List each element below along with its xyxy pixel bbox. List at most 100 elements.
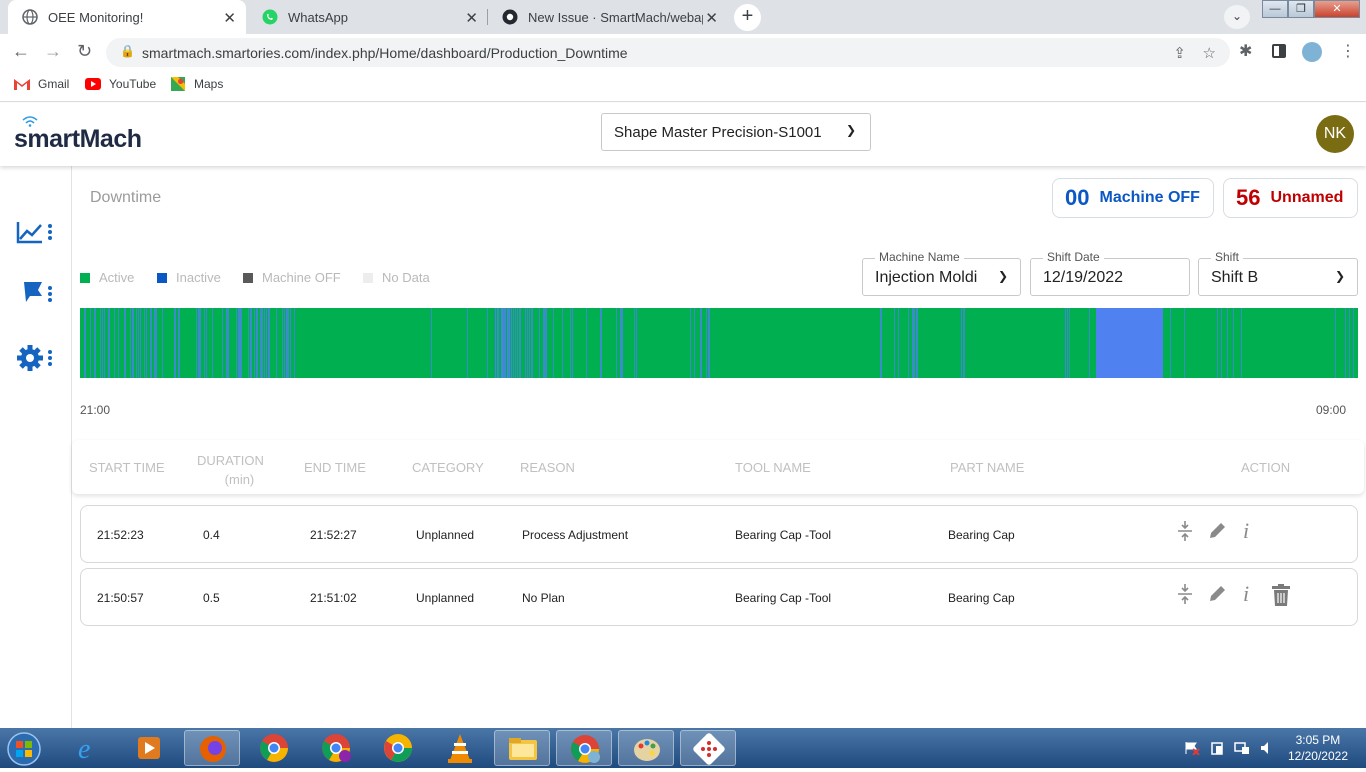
timeline-inactive-mark [200,308,201,378]
table-row[interactable]: 21:50:57 0.5 21:51:02 Unplanned No Plan … [80,568,1358,626]
timeline-inactive-mark [519,308,521,378]
extensions-icon[interactable]: ✱ [1239,41,1252,61]
cell-category: Unplanned [416,591,475,605]
tab-search-button[interactable]: ⌄ [1224,5,1250,29]
forward-icon[interactable]: → [44,41,62,62]
action-center-flag-icon[interactable] [1184,741,1200,755]
taskbar-chrome-alt[interactable] [370,730,426,766]
timeline-inactive-mark [431,308,432,378]
bookmark-maps[interactable]: Maps [170,77,223,91]
new-tab-button[interactable]: + [734,4,761,31]
timeline-inactive-mark [118,308,119,378]
lock-icon[interactable]: 🔒 [120,44,135,58]
back-icon[interactable]: ← [12,41,30,62]
tab-whatsapp[interactable]: WhatsApp ✕ [248,0,488,34]
maximize-button[interactable]: ❐ [1288,0,1314,18]
user-avatar[interactable]: NK [1316,115,1354,153]
taskbar-chrome-profile[interactable] [308,730,364,766]
split-icon[interactable] [1175,583,1195,611]
cell-reason: No Plan [522,591,565,605]
timeline-inactive-mark [531,308,533,378]
bookmark-label: YouTube [109,77,157,91]
timeline-inactive-mark [620,308,622,378]
clock-time: 3:05 PM [1295,733,1341,747]
timeline-inactive-mark [505,308,506,378]
taskbar-ie[interactable]: e [60,730,116,766]
timeline-inactive-mark [282,308,283,378]
col-duration-label: DURATION [197,453,264,468]
info-icon[interactable]: i [1243,518,1249,544]
reload-icon[interactable]: ↻ [77,41,92,62]
taskbar-firefox[interactable] [184,730,240,766]
col-tool-name: TOOL NAME [735,460,811,475]
timeline-inactive-mark [1217,308,1218,378]
info-icon[interactable]: i [1243,581,1249,607]
app-header: smartMach Shape Master Precision-S1001 ❯… [0,103,1366,166]
timeline-inactive-mark [102,308,103,378]
sidebar-item-analytics[interactable] [16,218,56,248]
browser-menu-icon[interactable]: ⋮ [1340,41,1356,61]
device-icon[interactable] [1210,741,1226,755]
taskbar-vlc[interactable] [432,730,488,766]
network-icon[interactable] [1234,741,1250,755]
col-start-time: START TIME [89,460,165,475]
timeline-inactive-mark [290,308,291,378]
legend-label: No Data [382,270,430,285]
timeline-inactive-mark [254,308,255,378]
table-row[interactable]: 21:52:23 0.4 21:52:27 Unplanned Process … [80,505,1358,563]
minimize-button[interactable]: — [1262,0,1288,18]
side-panel-icon[interactable] [1272,44,1286,58]
cell-tool-name: Bearing Cap -Tool [735,528,832,542]
edit-pencil-icon[interactable] [1207,583,1227,611]
unnamed-counter[interactable]: 56 Unnamed [1223,178,1358,218]
timeline-inactive-mark [894,308,895,378]
start-button[interactable] [0,730,50,766]
taskbar-media-player[interactable] [122,730,178,766]
timeline-inactive-mark [914,308,915,378]
taskbar-chrome[interactable] [246,730,302,766]
tab-new-issue[interactable]: New Issue · SmartMach/webapp· ✕ [488,0,728,34]
share-icon[interactable]: ⇪ [1173,44,1186,62]
machine-name-select[interactable]: Machine Name Injection Moldi ❯ [862,250,1021,296]
shift-select[interactable]: Shift Shift B ❯ [1198,250,1358,296]
downtime-timeline[interactable] [80,308,1358,378]
sidebar-item-reports[interactable] [16,278,56,308]
profile-avatar[interactable] [1302,42,1322,62]
trash-icon[interactable] [1270,583,1292,613]
close-tab-icon[interactable]: ✕ [705,9,718,27]
machine-off-counter[interactable]: 00 Machine OFF [1052,178,1214,218]
sidebar-item-settings[interactable] [16,343,56,373]
volume-icon[interactable] [1260,741,1274,755]
tab-oee-monitoring[interactable]: OEE Monitoring! ✕ [8,0,246,34]
bookmark-star-icon[interactable]: ☆ [1203,44,1216,62]
legend-item-no-data: No Data [363,270,430,285]
machine-selector[interactable]: Shape Master Precision-S1001 ❯ [601,113,871,151]
bookmark-gmail[interactable]: Gmail [14,77,69,91]
close-tab-icon[interactable]: ✕ [223,9,236,27]
timeline-inactive-mark [236,308,237,378]
taskbar-explorer[interactable] [494,730,550,766]
timeline-inactive-mark [622,308,623,378]
smartmach-logo[interactable]: smartMach [14,116,142,154]
shift-date-field[interactable]: Shift Date 12/19/2022 [1030,250,1190,296]
machine-name-value: Injection Moldi [875,269,978,286]
close-tab-icon[interactable]: ✕ [465,9,478,27]
timeline-inactive-mark [1241,308,1242,378]
paint-palette-icon [634,739,660,761]
url-text: smartmach.smartories.com/index.php/Home/… [142,44,628,61]
url-field[interactable]: 🔒 smartmach.smartories.com/index.php/Hom… [106,38,1230,67]
window-close-button[interactable]: ✕ [1314,0,1360,18]
timeline-inactive-block[interactable] [1096,308,1163,378]
clock-date: 12/20/2022 [1287,749,1348,763]
edit-pencil-icon[interactable] [1207,520,1227,548]
split-icon[interactable] [1175,520,1195,548]
taskbar-chrome-active[interactable] [556,730,612,766]
timeline-inactive-mark [248,308,249,378]
taskbar-paint[interactable] [618,730,674,766]
timeline-inactive-mark [513,308,514,378]
timeline-inactive-mark [708,308,710,378]
system-clock[interactable]: 3:05 PM 12/20/2022 [1288,732,1348,764]
taskbar-game[interactable] [680,730,736,766]
unnamed-count: 56 [1236,185,1261,210]
bookmark-youtube[interactable]: YouTube [85,77,156,91]
